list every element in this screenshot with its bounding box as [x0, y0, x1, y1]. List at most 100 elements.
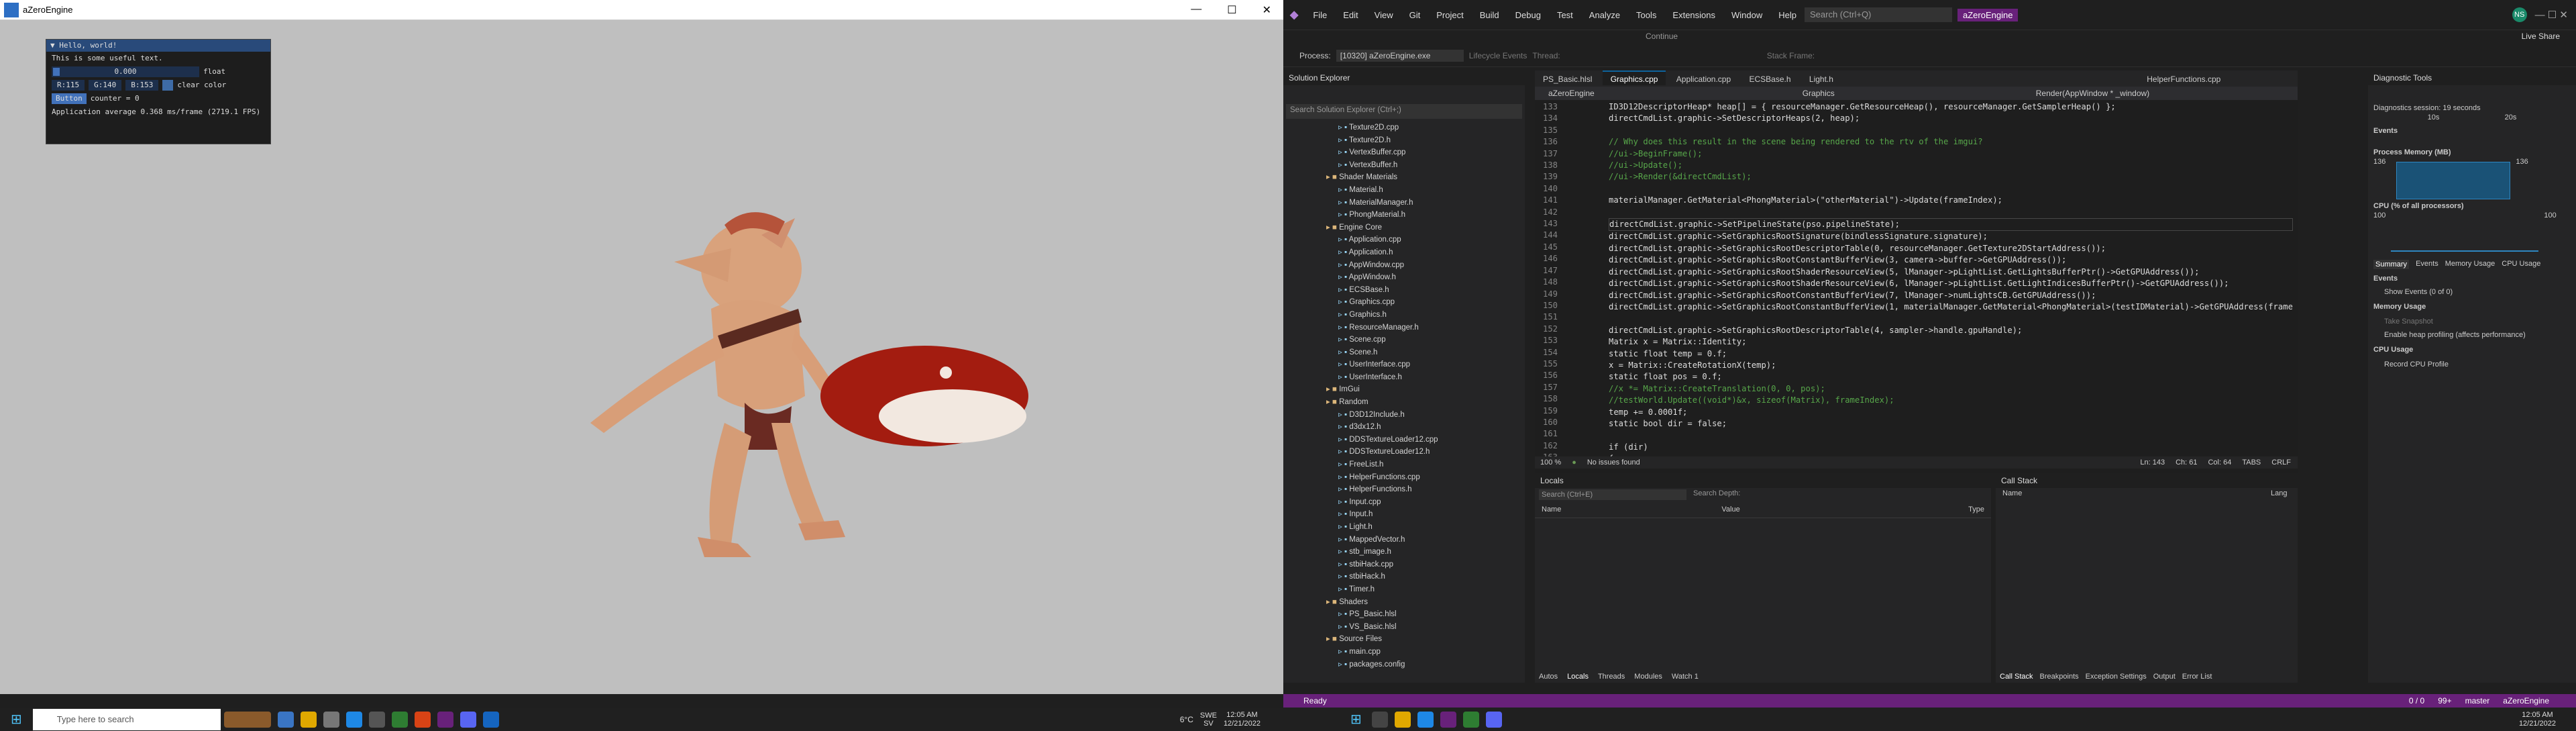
show-events[interactable]: Show Events (0 of 0): [2368, 285, 2576, 299]
spotify-icon[interactable]: [391, 711, 408, 728]
code-line[interactable]: Matrix x = Matrix::Identity;: [1609, 336, 2293, 348]
status-repo[interactable]: aZeroEngine: [2503, 696, 2576, 705]
lifecycle-events[interactable]: Lifecycle Events: [1469, 51, 1527, 60]
tab-callstack[interactable]: Call Stack: [2000, 673, 2033, 681]
tree-item[interactable]: ▹ ▪ AppWindow.cpp: [1326, 259, 1525, 272]
close-icon[interactable]: ✕: [1263, 3, 1271, 17]
tab-watch1[interactable]: Watch 1: [1672, 673, 1699, 681]
code-line[interactable]: //ui->BeginFrame();: [1609, 148, 2293, 160]
minimize-icon[interactable]: —: [1191, 3, 1201, 17]
tree-item[interactable]: ▹ ▪ Timer.h: [1326, 583, 1525, 596]
code-line[interactable]: [1609, 430, 2293, 441]
tree-item[interactable]: ▸ ■ ImGui: [1326, 383, 1525, 396]
tab-threads[interactable]: Threads: [1598, 673, 1625, 681]
search-highlight-icon[interactable]: [223, 711, 271, 728]
tree-item[interactable]: ▹ ▪ VertexBuffer.h: [1326, 159, 1525, 172]
clock-time-2[interactable]: 12:05 AM: [2522, 711, 2553, 719]
weather-temp[interactable]: 6°C: [1180, 715, 1200, 724]
vs-search-box[interactable]: Search (Ctrl+Q): [1805, 7, 1952, 22]
code-line[interactable]: static float temp = 0.f;: [1609, 348, 2293, 360]
visual-studio-icon[interactable]: [437, 711, 453, 728]
tree-item[interactable]: ▹ ▪ FreeList.h: [1326, 458, 1525, 471]
menu-extensions[interactable]: Extensions: [1664, 10, 1723, 20]
tree-item[interactable]: ▸ ■ Shaders: [1326, 596, 1525, 609]
code-line[interactable]: //testWorld.Update((void*)&x, sizeof(Mat…: [1609, 395, 2293, 406]
tree-item[interactable]: ▸ ■ Engine Core: [1326, 222, 1525, 234]
tree-item[interactable]: ▹ ▪ HelperFunctions.cpp: [1326, 471, 1525, 484]
menu-git[interactable]: Git: [1401, 10, 1429, 20]
nav-class[interactable]: Graphics: [1803, 87, 1835, 100]
code-line[interactable]: directCmdList.graphic->SetGraphicsRootCo…: [1609, 301, 2293, 313]
diag-events[interactable]: Events: [2368, 121, 2576, 136]
code-line[interactable]: directCmdList.graphic->SetGraphicsRootSi…: [1609, 231, 2293, 242]
tab-exception-settings[interactable]: Exception Settings: [2086, 673, 2147, 681]
code-line[interactable]: static float pos = 0.f;: [1609, 371, 2293, 383]
menu-debug[interactable]: Debug: [1507, 10, 1549, 20]
tab-cpu-usage[interactable]: CPU Usage: [2502, 260, 2540, 269]
imgui-window[interactable]: ▼ Hello, world! This is some useful text…: [46, 39, 271, 144]
menu-file[interactable]: File: [1305, 10, 1335, 20]
code-line[interactable]: directCmdList.graphic->SetGraphicsRootSh…: [1609, 278, 2293, 289]
discord-icon-2[interactable]: [1485, 711, 1502, 728]
tree-item[interactable]: ▹ ▪ stbiHack.cpp: [1326, 558, 1525, 571]
imgui-button[interactable]: Button: [52, 93, 87, 104]
tree-item[interactable]: ▹ ▪ Input.cpp: [1326, 496, 1525, 509]
code-line[interactable]: directCmdList.graphic->SetGraphicsRootDe…: [1609, 243, 2293, 254]
code-line[interactable]: temp += 0.0001f;: [1609, 407, 2293, 418]
code-line[interactable]: //ui->Update();: [1609, 160, 2293, 171]
code-text[interactable]: ID3D12DescriptorHeap* heap[] = { resourc…: [1562, 101, 2293, 465]
nav-function[interactable]: Render(AppWindow * _window): [2036, 87, 2149, 100]
tab-breakpoints[interactable]: Breakpoints: [2040, 673, 2079, 681]
tree-item[interactable]: ▹ ▪ d3dx12.h: [1326, 421, 1525, 434]
tree-item[interactable]: ▹ ▪ VertexBuffer.cpp: [1326, 146, 1525, 159]
code-line[interactable]: [1609, 125, 2293, 136]
code-line[interactable]: [1609, 313, 2293, 324]
spotify-icon-2[interactable]: [1462, 711, 1479, 728]
take-snapshot[interactable]: Take Snapshot: [2368, 315, 2576, 328]
tree-item[interactable]: ▹ ▪ Application.cpp: [1326, 234, 1525, 246]
tree-item[interactable]: ▹ ▪ Material.h: [1326, 184, 1525, 197]
tree-item[interactable]: ▹ ▪ UserInterface.cpp: [1326, 358, 1525, 371]
code-line[interactable]: directCmdList.graphic->SetGraphicsRootCo…: [1609, 254, 2293, 266]
tree-item[interactable]: ▹ ▪ stbiHack.h: [1326, 571, 1525, 583]
code-line[interactable]: directCmdList.graphic->SetPipelineState(…: [1609, 218, 2293, 232]
tab-application-cpp[interactable]: Application.cpp: [1668, 72, 1739, 87]
edge-icon[interactable]: [1417, 711, 1434, 728]
r-field[interactable]: R:115: [52, 80, 85, 91]
tree-item[interactable]: ▹ ▪ MaterialManager.h: [1326, 197, 1525, 209]
tree-item[interactable]: ▹ ▪ main.cpp: [1326, 646, 1525, 659]
code-line[interactable]: directCmdList.graphic->SetGraphicsRootDe…: [1609, 325, 2293, 336]
code-line[interactable]: if (dir): [1609, 442, 2293, 453]
clock-time[interactable]: 12:05 AM: [1226, 711, 1257, 719]
tree-item[interactable]: ▸ ■ Source Files: [1326, 633, 1525, 646]
file-explorer-icon-2[interactable]: [1394, 711, 1411, 728]
discord-icon[interactable]: [460, 711, 476, 728]
tree-item[interactable]: ▹ ▪ Graphics.cpp: [1326, 296, 1525, 309]
windows-start-icon-2[interactable]: ⊞: [1350, 711, 1362, 728]
tree-item[interactable]: ▹ ▪ AppWindow.h: [1326, 271, 1525, 284]
tree-item[interactable]: ▹ ▪ Texture2D.cpp: [1326, 121, 1525, 134]
taskbar-search[interactable]: Type here to search: [32, 708, 221, 730]
code-line[interactable]: //x *= Matrix::CreateTranslation(0, 0, p…: [1609, 383, 2293, 395]
live-share-button[interactable]: Live Share: [2522, 32, 2560, 41]
tree-item[interactable]: ▸ ■ Shader Materials: [1326, 171, 1525, 184]
continue-button[interactable]: Continue: [1646, 32, 1678, 41]
diag-memory[interactable]: Process Memory (MB): [2368, 136, 2576, 158]
tree-item[interactable]: ▹ ▪ packages.config: [1326, 659, 1525, 671]
tree-item[interactable]: ▹ ▪ Application.h: [1326, 246, 1525, 259]
code-line[interactable]: //ui->Render(&directCmdList);: [1609, 171, 2293, 183]
menu-window[interactable]: Window: [1723, 10, 1770, 20]
app-icon-blue[interactable]: [345, 711, 362, 728]
code-view[interactable]: 133 134 135 136 137 138 139 140 141 142 143 144 145 1…: [1535, 100, 2298, 465]
locals-search[interactable]: Search (Ctrl+E): [1539, 489, 1686, 500]
tree-item[interactable]: ▹ ▪ Texture2D.h: [1326, 134, 1525, 147]
tree-item[interactable]: ▸ ■ Random: [1326, 396, 1525, 409]
tree-item[interactable]: ▹ ▪ DDSTextureLoader12.h: [1326, 446, 1525, 458]
tab-memory-usage[interactable]: Memory Usage: [2445, 260, 2496, 269]
code-line[interactable]: [1609, 207, 2293, 218]
menu-edit[interactable]: Edit: [1335, 10, 1366, 20]
tree-item[interactable]: ▹ ▪ DDSTextureLoader12.cpp: [1326, 434, 1525, 446]
maximize-icon[interactable]: ☐: [1227, 3, 1236, 17]
g-field[interactable]: G:140: [89, 80, 122, 91]
status-branch[interactable]: master: [2465, 696, 2504, 705]
